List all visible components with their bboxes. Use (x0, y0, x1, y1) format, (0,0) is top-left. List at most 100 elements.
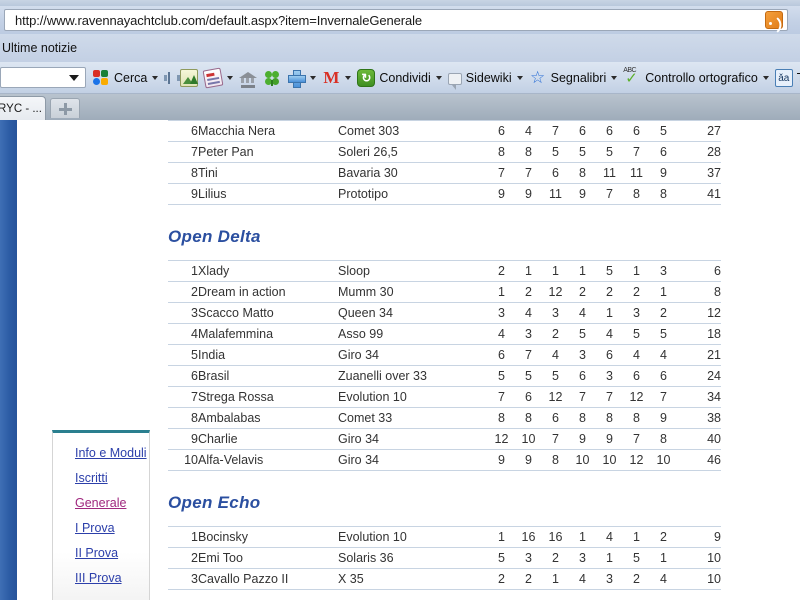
cell-race-result: 5 (488, 547, 515, 569)
cell-race-result: 8 (488, 407, 515, 429)
new-tab-button[interactable] (50, 98, 80, 118)
bookmark-ultime-notizie[interactable]: Ultime notizie (0, 41, 77, 55)
drag-grip-icon[interactable] (164, 69, 181, 87)
chevron-down-icon[interactable] (152, 75, 159, 80)
cell-race-result: 1 (488, 281, 515, 303)
chevron-down-icon[interactable] (435, 75, 442, 80)
cell-race-result: 4 (569, 302, 596, 324)
cell-race-result: 2 (488, 568, 515, 590)
toolbar-search-input[interactable] (0, 67, 86, 88)
cell-race-result: 3 (596, 365, 623, 387)
chevron-down-icon[interactable] (69, 74, 79, 81)
cell-race-result: 8 (515, 141, 542, 163)
google-logo-icon (92, 69, 110, 87)
cell-boat-class: Evolution 10 (338, 386, 488, 408)
cell-race-result: 3 (623, 302, 650, 324)
url-text[interactable]: http://www.ravennayachtclub.com/default.… (5, 13, 765, 28)
cell-position: 7 (168, 141, 198, 163)
toolbar-button-image[interactable] (180, 68, 199, 87)
side-menu-item-ii-prova[interactable]: II Prova (53, 545, 149, 562)
cell-race-result: 4 (515, 302, 542, 324)
toolbar-button-controllo-ortografico[interactable]: Controllo ortografico (623, 67, 769, 87)
cell-race-result: 1 (515, 260, 542, 282)
toolbar-button-gmail[interactable]: M (322, 68, 352, 87)
chevron-down-icon[interactable] (345, 75, 352, 80)
cell-race-result: 2 (488, 260, 515, 282)
cell-total: 34 (677, 386, 721, 408)
cell-race-result: 1 (569, 260, 596, 282)
cell-race-result: 1 (596, 547, 623, 569)
cell-race-result: 3 (542, 302, 569, 324)
google-toolbar: Cerca M ↻ Condividi Sidewiki ☆ Segnalibr… (0, 62, 800, 94)
cell-race-result: 5 (650, 120, 677, 142)
toolbar-button-traduci[interactable]: ǎa Tra (774, 68, 800, 87)
table-row: 6 Brasil Zuanelli over 33 5 5 5 6 3 6 6 24 (168, 365, 721, 387)
cell-race-result: 16 (515, 526, 542, 548)
cell-boat-name: Strega Rossa (198, 386, 338, 408)
chevron-down-icon[interactable] (310, 75, 317, 80)
cell-race-result: 5 (542, 141, 569, 163)
cell-boat-class: Soleri 26,5 (338, 141, 488, 163)
toolbar-button-news[interactable] (202, 67, 234, 88)
cell-race-result: 6 (650, 141, 677, 163)
cell-race-result: 1 (650, 281, 677, 303)
cell-race-result: 2 (515, 568, 542, 590)
cell-race-result: 3 (569, 344, 596, 366)
toolbar-button-sidewiki[interactable]: Sidewiki (447, 71, 523, 90)
cell-position: 5 (168, 344, 198, 366)
cell-total: 27 (677, 120, 721, 142)
cell-race-result: 6 (569, 365, 596, 387)
cell-race-result: 2 (650, 526, 677, 548)
cell-race-result: 7 (488, 162, 515, 184)
toolbar-button-segnalibri[interactable]: ☆ Segnalibri (529, 68, 618, 87)
cell-race-result: 11 (596, 162, 623, 184)
cell-boat-name: Macchia Nera (198, 120, 338, 142)
side-menu-item-iii-prova[interactable]: III Prova (53, 570, 149, 587)
rss-feed-icon[interactable] (765, 11, 783, 29)
side-menu-item-iscritti[interactable]: Iscritti (53, 470, 149, 487)
chevron-down-icon[interactable] (516, 75, 523, 80)
cell-race-result: 1 (542, 568, 569, 590)
chevron-down-icon[interactable] (611, 75, 618, 80)
cell-race-result: 16 (542, 526, 569, 548)
cell-race-result: 5 (542, 365, 569, 387)
address-bar[interactable]: http://www.ravennayachtclub.com/default.… (4, 9, 788, 31)
toolbar-button-cerca[interactable]: Cerca (92, 69, 159, 87)
section-title-open-echo: Open Echo (168, 493, 261, 512)
side-menu-item-i-prova[interactable]: I Prova (53, 520, 149, 537)
cell-race-result: 1 (650, 547, 677, 569)
address-bar-row: http://www.ravennayachtclub.com/default.… (0, 6, 800, 34)
cell-race-result: 6 (596, 344, 623, 366)
cell-boat-name: Tini (198, 162, 338, 184)
cell-boat-class: Giro 34 (338, 449, 488, 471)
cell-total: 18 (677, 323, 721, 345)
table-row: 6 Macchia Nera Comet 303 6 4 7 6 6 6 5 27 (168, 120, 721, 142)
cell-boat-name: Peter Pan (198, 141, 338, 163)
cell-race-result: 9 (569, 183, 596, 205)
chevron-down-icon[interactable] (762, 75, 769, 80)
cell-race-result: 12 (542, 386, 569, 408)
toolbar-label-controllo-ortografico: Controllo ortografico (645, 70, 758, 85)
cell-race-result: 5 (623, 547, 650, 569)
cell-race-result: 3 (650, 260, 677, 282)
toolbar-button-clover[interactable] (263, 69, 281, 87)
toolbar-label-cerca: Cerca (114, 70, 148, 85)
cell-boat-class: Giro 34 (338, 344, 488, 366)
cell-total: 37 (677, 162, 721, 184)
cell-boat-name: Xlady (198, 260, 338, 282)
toolbar-button-condividi[interactable]: ↻ Condividi (357, 68, 442, 87)
side-menu-item-info-e-moduli[interactable]: Info e Moduli (53, 445, 149, 462)
tab-ryc[interactable]: RYC - ... (0, 96, 46, 120)
cell-total: 28 (677, 141, 721, 163)
cell-race-result: 2 (596, 281, 623, 303)
side-menu-item-generale[interactable]: Generale (53, 495, 149, 512)
cell-race-result: 2 (542, 323, 569, 345)
table-row: 9 Charlie Giro 34 12 10 7 9 9 7 8 40 (168, 428, 721, 450)
toolbar-button-bank[interactable] (239, 69, 258, 88)
cell-race-result: 4 (515, 120, 542, 142)
cell-race-result: 2 (650, 302, 677, 324)
chevron-down-icon[interactable] (227, 75, 234, 80)
toolbar-button-add[interactable] (287, 69, 317, 88)
table-row: 1 Bocinsky Evolution 10 1 16 16 1 4 1 2 9 (168, 526, 721, 548)
